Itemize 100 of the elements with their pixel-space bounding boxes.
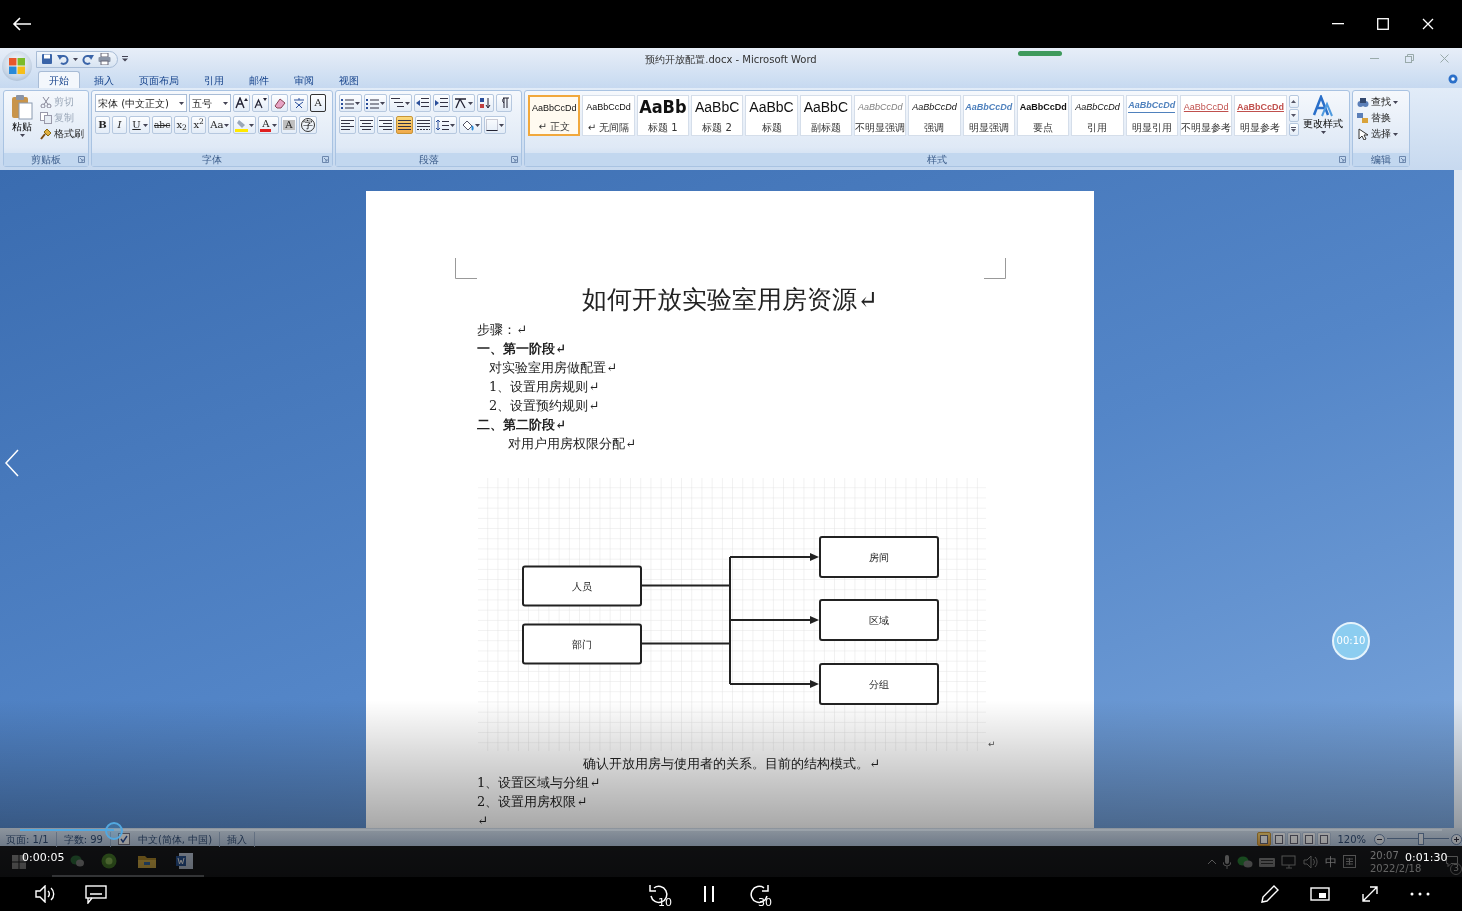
format-button[interactable]: x$^{2}$	[191, 116, 207, 134]
node-label: 房间	[869, 552, 889, 563]
style-item[interactable]: AaBbCcDd 不明显强调	[854, 95, 907, 136]
group-label: 剪贴板	[31, 153, 61, 167]
find-button[interactable]: 查找	[1356, 94, 1406, 110]
style-preview: AaBb	[639, 98, 687, 116]
ribbon-tab[interactable]: 开始	[38, 71, 80, 88]
format-button[interactable]: I	[112, 116, 127, 134]
ribbon-tab[interactable]: 视图	[328, 71, 370, 88]
style-preview: AaBbCcDd	[531, 102, 577, 115]
replace-button[interactable]: 替换	[1356, 110, 1406, 126]
clock-time: 20:07	[1370, 848, 1399, 862]
style-name: 明显参考	[1240, 123, 1281, 133]
node-label: 分组	[869, 679, 889, 690]
skip-seconds: 10	[658, 897, 672, 908]
document-text: 2、设置预约规则↵	[489, 397, 600, 415]
document-text: 1、设置区域与分组↵	[477, 774, 601, 792]
style-name: 引用	[1087, 123, 1108, 133]
document-text: 2、设置用房权限↵	[477, 793, 588, 811]
group-label: 编辑	[1371, 153, 1391, 167]
document-text: 对实验室用房做配置↵	[489, 359, 617, 377]
change-styles-button[interactable]: 更改样式	[1300, 95, 1346, 153]
document-text: ↵	[477, 812, 488, 828]
style-item[interactable]: AaBbCcDd 强调	[908, 95, 961, 136]
document-text: 二、第二阶段↵	[477, 416, 566, 434]
format-button[interactable]: abc	[152, 116, 173, 134]
style-preview: AaBbC	[803, 98, 848, 116]
format-button[interactable]: U	[129, 116, 150, 134]
style-preview: AaBbCcDd	[1075, 101, 1120, 114]
paste-button[interactable]: 粘贴	[7, 94, 37, 153]
group-label: 样式	[927, 153, 947, 167]
style-item[interactable]: AaBbC 标题 2	[691, 95, 744, 136]
elapsed-time: 0:00:05	[22, 850, 65, 866]
group-label: 段落	[418, 153, 439, 167]
format-button[interactable]: x$_{2}$	[174, 116, 190, 134]
style-name: 不明显参考	[1181, 123, 1232, 133]
select-button[interactable]: 选择	[1356, 126, 1406, 142]
format-button[interactable]: Aa	[208, 116, 232, 134]
clock-date: 2022/2/18	[1370, 861, 1422, 875]
style-name: 要点	[1033, 123, 1054, 133]
style-item[interactable]: AaBbCcDd 明显参考	[1234, 95, 1287, 136]
style-item[interactable]: AaBbCcDd ↵ 无间隔	[582, 95, 635, 136]
input-method-indicator[interactable]: 中	[1325, 852, 1337, 871]
style-name: ↵ 无间隔	[587, 123, 630, 133]
document-title: 如何开放实验室用房资源↵	[582, 285, 878, 314]
font-size-field[interactable]: 五号	[189, 94, 231, 112]
style-item[interactable]: AaBbCcDd 明显强调	[962, 95, 1015, 136]
style-item[interactable]: AaBbC 标题	[745, 95, 798, 136]
ribbon-tab[interactable]: 插入	[83, 71, 125, 88]
style-name: 强调	[924, 123, 945, 133]
paragraph-mark: ↵	[988, 737, 996, 751]
font-color-button[interactable]: A	[258, 116, 280, 134]
ribbon-tab[interactable]: 页面布局	[128, 71, 190, 88]
style-preview: AaBbCcDd	[1183, 101, 1229, 114]
group-label: 字体	[202, 153, 222, 167]
style-preview: AaBbCcDd	[1019, 101, 1067, 114]
rewind-button[interactable]: 10	[634, 877, 684, 911]
node-label: 人员	[572, 580, 592, 592]
node-label: 区域	[869, 615, 889, 626]
skip-seconds: 30	[758, 897, 772, 908]
style-name: 标题 1	[648, 123, 678, 133]
zoom-level[interactable]: 120%	[1337, 831, 1366, 847]
style-preview: AaBbC	[749, 98, 794, 116]
style-preview: AaBbCcDd	[586, 101, 631, 114]
format-button[interactable]: B	[95, 116, 110, 134]
style-name: 明显引用	[1131, 123, 1172, 133]
style-name: 标题	[761, 123, 782, 133]
style-item[interactable]: AaBbCcDd ↵ 正文	[528, 95, 581, 136]
document-text: 步骤：↵	[477, 321, 527, 339]
style-name: 明显强调	[968, 123, 1009, 133]
forward-button[interactable]: 30	[734, 877, 784, 911]
style-item[interactable]: AaBbCcDd 要点	[1017, 95, 1070, 136]
style-preview: AaBbC	[695, 98, 740, 116]
style-item[interactable]: AaBb 标题 1	[636, 95, 689, 136]
style-item[interactable]: AaBbCcDd 引用	[1071, 95, 1124, 136]
ribbon-tab[interactable]: 邮件	[238, 71, 280, 88]
style-preview: AaBbCcDd	[1128, 98, 1176, 113]
style-preview: AaBbCcDd	[965, 101, 1013, 114]
node-label: 部门	[572, 638, 592, 650]
figure-caption: 确认开放用房与使用者的关系。目前的结构模式。↵	[583, 756, 880, 771]
style-name: 标题 2	[702, 123, 732, 133]
style-item[interactable]: AaBbCcDd 明显引用	[1125, 95, 1178, 136]
style-preview: AaBbCcDd	[1236, 101, 1284, 114]
enclose-character-button[interactable]: 字	[298, 116, 317, 134]
style-item[interactable]: AaBbCcDd 不明显参考	[1179, 95, 1233, 136]
total-time: 0:01:30	[1405, 850, 1448, 864]
style-name: 不明显强调	[855, 123, 906, 133]
document-text: 一、第一阶段↵	[477, 340, 566, 358]
window-title: 预约开放配置.docx - Microsoft Word	[645, 53, 817, 65]
painter-button[interactable]: 格式刷	[39, 126, 85, 142]
document-text: 对用户用房权限分配↵	[508, 435, 636, 453]
character-shading-button[interactable]: A	[281, 116, 297, 134]
style-name: ↵ 正文	[538, 122, 570, 132]
style-preview: AaBbCcDd	[857, 101, 903, 114]
style-item[interactable]: AaBbC 副标题	[799, 95, 852, 136]
font-name-field[interactable]: 宋体 (中文正文)	[95, 94, 187, 112]
character-border-button[interactable]: A	[310, 94, 326, 112]
style-name: 副标题	[810, 123, 841, 133]
ribbon-tab[interactable]: 审阅	[283, 71, 325, 88]
ribbon-tab[interactable]: 引用	[193, 71, 235, 88]
